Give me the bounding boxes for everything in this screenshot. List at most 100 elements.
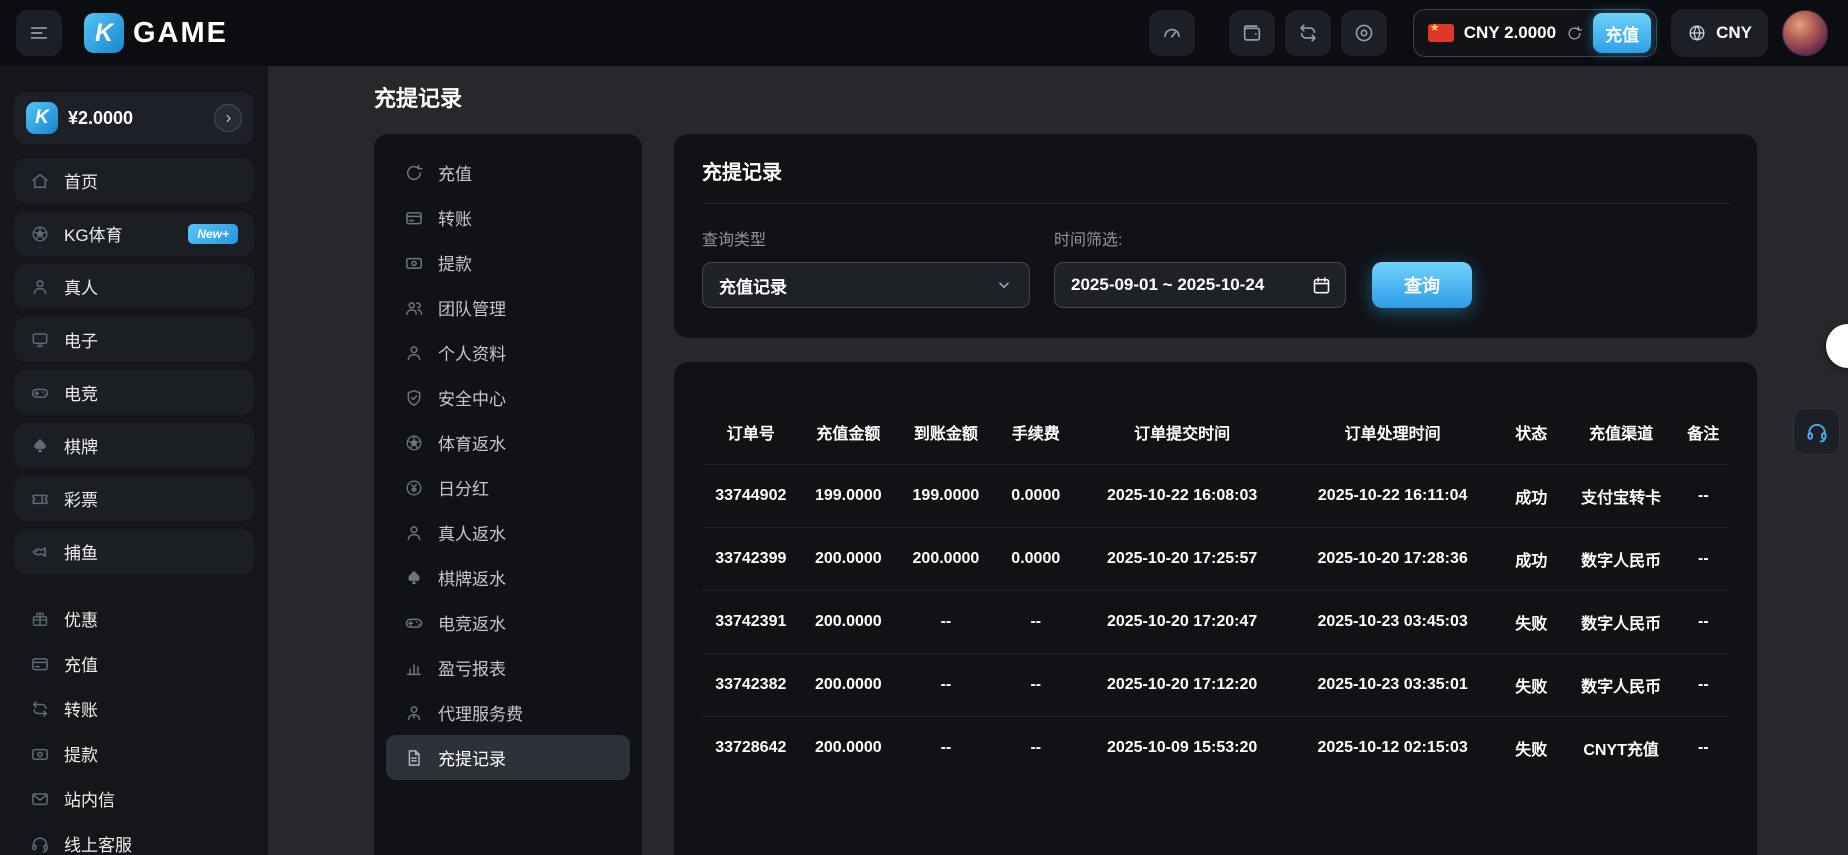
sidebar-item[interactable]: 电子 — [14, 317, 254, 362]
headset-icon — [1805, 420, 1829, 444]
logo-text: GAME — [133, 17, 228, 50]
account-menu-item[interactable]: 提款 — [386, 240, 630, 285]
currency-selector[interactable]: ★ CNY 2.0000 充值 — [1413, 9, 1657, 57]
column-header: 手续费 — [995, 408, 1077, 465]
column-header: 充值渠道 — [1565, 408, 1678, 465]
hamburger-icon — [28, 22, 50, 44]
cell-channel: 数字人民币 — [1565, 528, 1678, 591]
cell-deposit-amount: 200.0000 — [800, 591, 898, 654]
calendar-icon[interactable] — [1311, 275, 1332, 296]
sidebar-item-label: 站内信 — [64, 786, 115, 811]
cell-submitted-time: 2025-10-09 15:53:20 — [1077, 717, 1288, 780]
account-menu: 充值 转账 提款 团队管理 个人资料 安全中心 体育返水 日分红 真人返水 棋牌… — [374, 134, 642, 855]
sidebar-item[interactable]: 彩票 — [14, 476, 254, 521]
sidebar-item[interactable]: 提款 — [14, 731, 254, 776]
account-menu-item[interactable]: 充值 — [386, 150, 630, 195]
cell-channel: 数字人民币 — [1565, 591, 1678, 654]
account-menu-item[interactable]: 盈亏报表 — [386, 645, 630, 690]
cell-submitted-time: 2025-10-20 17:20:47 — [1077, 591, 1288, 654]
menu-toggle-button[interactable] — [16, 10, 62, 56]
sidebar-item-label: 提款 — [64, 741, 98, 766]
account-menu-item-label: 个人资料 — [438, 340, 506, 365]
account-menu-item[interactable]: 棋牌返水 — [386, 555, 630, 600]
topbar-icon-group — [1149, 10, 1387, 56]
coin-icon — [404, 478, 424, 498]
person-icon — [404, 523, 424, 543]
date-range-input[interactable]: 2025-09-01 ~ 2025-10-24 — [1054, 262, 1346, 308]
banknote-icon — [30, 744, 50, 764]
sidebar-item-label: 充值 — [64, 651, 98, 676]
person-icon — [30, 277, 50, 297]
sidebar-item[interactable]: 电竞 — [14, 370, 254, 415]
account-menu-item[interactable]: 安全中心 — [386, 375, 630, 420]
topbar-icon-button[interactable] — [1341, 10, 1387, 56]
customer-service-button[interactable] — [1793, 408, 1840, 455]
cell-credited-amount: 200.0000 — [897, 528, 995, 591]
topbar-left: K GAME — [16, 10, 228, 56]
account-menu-item[interactable]: 个人资料 — [386, 330, 630, 375]
cell-submitted-time: 2025-10-20 17:25:57 — [1077, 528, 1288, 591]
time-filter-field: 时间筛选: 2025-09-01 ~ 2025-10-24 — [1054, 226, 1346, 308]
sidebar-item[interactable]: 站内信 — [14, 776, 254, 821]
headset-icon — [30, 834, 50, 854]
type-filter-field: 查询类型 充值记录 — [702, 226, 1030, 308]
time-filter-label: 时间筛选: — [1054, 226, 1346, 250]
new-badge: New+ — [188, 224, 238, 244]
account-menu-item[interactable]: 真人返水 — [386, 510, 630, 555]
date-range-value: 2025-09-01 ~ 2025-10-24 — [1071, 275, 1264, 295]
wallet-icon — [1241, 22, 1263, 44]
wallet-card: K ¥2.0000 — [14, 92, 254, 144]
records-table: 订单号 充值金额 到账金额 手续费 订单提交时间 订单处理时间 状态 充值渠道 … — [702, 408, 1729, 779]
topbar-icon-button[interactable] — [1229, 10, 1275, 56]
avatar[interactable] — [1782, 10, 1828, 56]
account-menu-item[interactable]: 电竞返水 — [386, 600, 630, 645]
agent-icon — [404, 703, 424, 723]
record-type-select[interactable]: 充值记录 — [702, 262, 1030, 308]
logo[interactable]: K GAME — [84, 13, 228, 53]
account-menu-item-label: 电竞返水 — [438, 610, 506, 635]
account-menu-item[interactable]: 体育返水 — [386, 420, 630, 465]
gamepad-icon — [30, 383, 50, 403]
sidebar-item-label: 电子 — [64, 327, 98, 352]
sidebar-item[interactable]: 线上客服 — [14, 821, 254, 855]
gauge-icon — [1161, 22, 1183, 44]
sidebar-item[interactable]: 充值 — [14, 641, 254, 686]
cell-deposit-amount: 200.0000 — [800, 717, 898, 780]
sidebar-item[interactable]: KG体育 New+ — [14, 211, 254, 256]
china-flag-icon: ★ — [1428, 24, 1454, 42]
sidebar-item[interactable]: 真人 — [14, 264, 254, 309]
cell-processed-time: 2025-10-12 02:15:03 — [1287, 717, 1498, 780]
account-menu-item[interactable]: 转账 — [386, 195, 630, 240]
account-menu-item-label: 真人返水 — [438, 520, 506, 545]
account-menu-item[interactable]: 充提记录 — [386, 735, 630, 780]
topbar-icon-button[interactable] — [1149, 10, 1195, 56]
banknote-icon — [404, 253, 424, 273]
cell-credited-amount: -- — [897, 654, 995, 717]
sidebar-item[interactable]: 优惠 — [14, 596, 254, 641]
sidebar-item[interactable]: 首页 — [14, 158, 254, 203]
search-button[interactable]: 查询 — [1372, 262, 1472, 308]
refresh-balance-icon[interactable] — [1566, 25, 1583, 42]
cell-order-id: 33742391 — [702, 591, 800, 654]
cell-credited-amount: 199.0000 — [897, 465, 995, 528]
sidebar-item[interactable]: 棋牌 — [14, 423, 254, 468]
column-header: 充值金额 — [800, 408, 898, 465]
account-menu-item[interactable]: 代理服务费 — [386, 690, 630, 735]
sidebar-item[interactable]: 转账 — [14, 686, 254, 731]
cell-deposit-amount: 200.0000 — [800, 528, 898, 591]
wallet-expand-button[interactable] — [214, 104, 242, 132]
sidebar-item[interactable]: 捕鱼 — [14, 529, 254, 574]
language-selector[interactable]: CNY — [1671, 9, 1768, 57]
cell-fee: 0.0000 — [995, 465, 1077, 528]
account-menu-item[interactable]: 日分红 — [386, 465, 630, 510]
cell-channel: CNYT充值 — [1565, 717, 1678, 780]
records-table-panel: 订单号 充值金额 到账金额 手续费 订单提交时间 订单处理时间 状态 充值渠道 … — [674, 362, 1757, 855]
spade-icon — [404, 568, 424, 588]
topbar-icon-button[interactable] — [1285, 10, 1331, 56]
table-header-row: 订单号 充值金额 到账金额 手续费 订单提交时间 订单处理时间 状态 充值渠道 … — [702, 408, 1729, 465]
cell-remark: -- — [1678, 717, 1729, 780]
card-icon — [404, 208, 424, 228]
deposit-button[interactable]: 充值 — [1593, 13, 1651, 53]
account-menu-item[interactable]: 团队管理 — [386, 285, 630, 330]
app-body: K ¥2.0000 首页 KG体育 New+ 真人 电子 电竞 棋牌 — [0, 66, 1848, 855]
